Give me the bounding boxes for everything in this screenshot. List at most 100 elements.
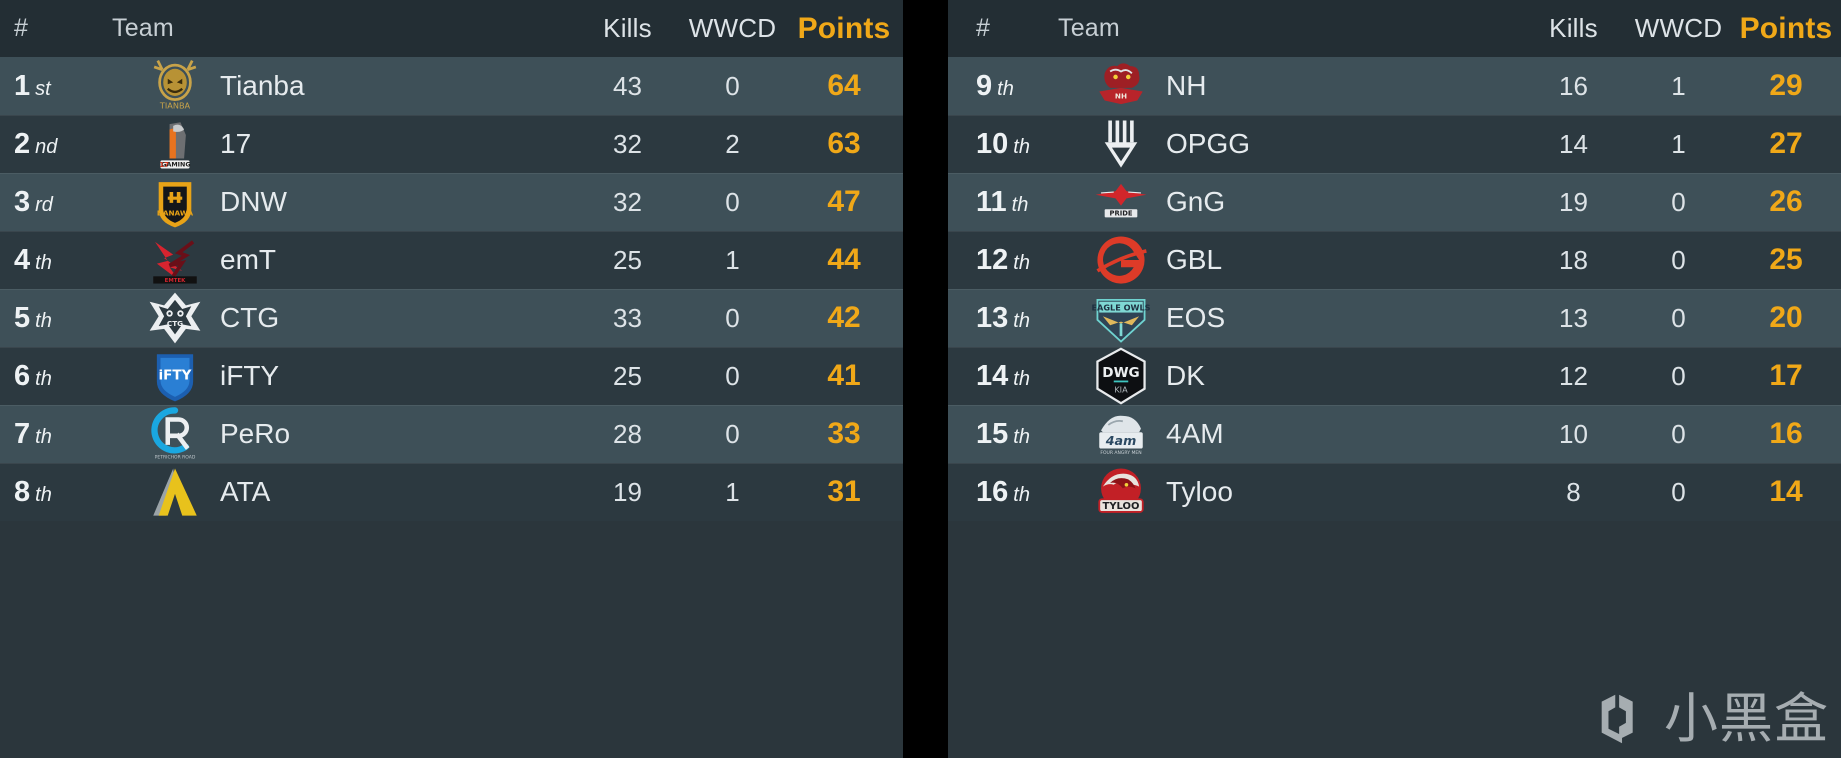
svg-text:TYLOO: TYLOO xyxy=(1103,501,1140,512)
team-logo-icon: DANAWA xyxy=(146,173,204,231)
table-row[interactable]: 9 th NH NH 16 1 29 xyxy=(948,57,1841,115)
wwcd-cell: 0 xyxy=(1671,186,1686,217)
wwcd-cell: 0 xyxy=(1671,476,1686,507)
svg-text:TIANBA: TIANBA xyxy=(159,101,191,111)
svg-text:FOUR ANGRY MEN: FOUR ANGRY MEN xyxy=(1100,450,1141,456)
kills-cell: 33 xyxy=(613,302,642,333)
rank-number: 10 xyxy=(976,127,1009,160)
points-cell: 47 xyxy=(827,185,861,218)
points-cell: 42 xyxy=(827,301,861,334)
table-row[interactable]: 13 th EAGLE OWLS EOS 13 0 20 xyxy=(948,289,1841,347)
team-logo-icon xyxy=(1092,115,1150,173)
team-cell: CTG CTG xyxy=(112,289,575,347)
rank-number: 8 xyxy=(14,475,31,508)
rank-cell: 12 th xyxy=(948,244,1058,277)
team-cell: PRIDE GnG xyxy=(1058,173,1521,231)
table-body-right: 9 th NH NH 16 1 29 10 th OPGG 14 1 27 11… xyxy=(948,57,1841,521)
svg-text:PETRICHOR ROAD: PETRICHOR ROAD xyxy=(155,454,196,460)
column-header-points: Points xyxy=(1739,11,1833,45)
team-name: DK xyxy=(1166,360,1205,391)
team-cell: ATA xyxy=(112,463,575,521)
table-row[interactable]: 10 th OPGG 14 1 27 xyxy=(948,115,1841,173)
table-row[interactable]: 15 th 4am FOUR ANGRY MEN 4AM 10 0 16 xyxy=(948,405,1841,463)
team-logo-icon: GAMING 17 xyxy=(146,115,204,173)
wwcd-cell: 0 xyxy=(725,70,740,101)
points-cell: 20 xyxy=(1769,301,1803,334)
rank-cell: 10 th xyxy=(948,128,1058,161)
team-name: NH xyxy=(1166,70,1207,101)
team-logo-icon: 4am FOUR ANGRY MEN xyxy=(1092,405,1150,463)
table-row[interactable]: 6 th iFTY iFTY 25 0 41 xyxy=(0,347,903,405)
rank-number: 1 xyxy=(14,69,31,102)
rank-suffix: th xyxy=(35,425,52,448)
points-cell: 64 xyxy=(827,69,861,102)
kills-cell: 18 xyxy=(1559,244,1588,275)
table-row[interactable]: 7 th PETRICHOR ROAD PeRo 28 0 33 xyxy=(0,405,903,463)
wwcd-cell: 0 xyxy=(1671,360,1686,391)
kills-cell: 14 xyxy=(1559,128,1588,159)
rank-suffix: th xyxy=(35,483,52,506)
table-header-right: # Team Kills WWCD Points xyxy=(948,0,1841,57)
wwcd-cell: 2 xyxy=(725,128,740,159)
points-cell: 27 xyxy=(1769,127,1803,160)
svg-text:EMTEK: EMTEK xyxy=(165,278,187,284)
team-cell: GAMING 17 17 xyxy=(112,115,575,173)
standings-board: # Team Kills WWCD Points 1 st TIANBA Tia… xyxy=(0,0,1841,758)
rank-cell: 16 th xyxy=(948,476,1058,509)
points-cell: 29 xyxy=(1769,69,1803,102)
rank-number: 3 xyxy=(14,185,31,218)
rank-cell: 14 th xyxy=(948,360,1058,393)
rank-suffix: th xyxy=(35,251,52,274)
team-name: 17 xyxy=(220,128,252,159)
points-cell: 16 xyxy=(1769,417,1803,450)
svg-text:DWG: DWG xyxy=(1102,365,1139,381)
table-row[interactable]: 1 st TIANBA Tianba 43 0 64 xyxy=(0,57,903,115)
table-row[interactable]: 12 th GBL 18 0 25 xyxy=(948,231,1841,289)
rank-suffix: th xyxy=(1013,309,1030,332)
team-name: OPGG xyxy=(1166,128,1251,159)
rank-cell: 9 th xyxy=(948,70,1058,103)
kills-cell: 19 xyxy=(613,476,642,507)
rank-suffix: th xyxy=(1013,483,1030,506)
kills-cell: 13 xyxy=(1559,302,1588,333)
svg-text:CTG: CTG xyxy=(167,319,183,328)
table-row[interactable]: 3 rd DANAWA DNW 32 0 47 xyxy=(0,173,903,231)
table-row[interactable]: 5 th CTG CTG 33 0 42 xyxy=(0,289,903,347)
table-row[interactable]: 8 th ATA 19 1 31 xyxy=(0,463,903,521)
kills-cell: 19 xyxy=(1559,186,1588,217)
rank-number: 6 xyxy=(14,359,31,392)
rank-number: 15 xyxy=(976,417,1009,450)
points-cell: 14 xyxy=(1769,475,1803,508)
team-cell: GBL xyxy=(1058,231,1521,289)
table-row[interactable]: 4 th EMTEK emT 25 1 44 xyxy=(0,231,903,289)
rank-cell: 13 th xyxy=(948,302,1058,335)
team-logo-icon: PRIDE xyxy=(1092,173,1150,231)
rank-suffix: nd xyxy=(35,135,58,158)
table-row[interactable]: 2 nd GAMING 17 17 32 2 63 xyxy=(0,115,903,173)
table-row[interactable]: 14 th DWG KIA DK 12 0 17 xyxy=(948,347,1841,405)
team-cell: NH NH xyxy=(1058,57,1521,115)
kills-cell: 32 xyxy=(613,186,642,217)
rank-cell: 1 st xyxy=(0,70,112,103)
table-row[interactable]: 11 th PRIDE GnG 19 0 26 xyxy=(948,173,1841,231)
team-logo-icon: PETRICHOR ROAD xyxy=(146,405,204,463)
team-cell: PETRICHOR ROAD PeRo xyxy=(112,405,575,463)
wwcd-cell: 0 xyxy=(725,186,740,217)
rank-number: 16 xyxy=(976,475,1009,508)
points-cell: 17 xyxy=(1769,359,1803,392)
standings-table-left: # Team Kills WWCD Points 1 st TIANBA Tia… xyxy=(0,0,903,758)
team-name: iFTY xyxy=(220,360,280,391)
team-name: PeRo xyxy=(220,418,291,449)
points-cell: 31 xyxy=(827,475,861,508)
team-name: DNW xyxy=(220,186,287,217)
rank-suffix: rd xyxy=(35,193,53,216)
svg-text:EAGLE OWLS: EAGLE OWLS xyxy=(1092,302,1150,312)
wwcd-cell: 0 xyxy=(1671,302,1686,333)
wwcd-cell: 1 xyxy=(725,244,740,275)
team-logo-icon: EAGLE OWLS xyxy=(1092,289,1150,347)
team-logo-icon: CTG xyxy=(146,289,204,347)
rank-suffix: th xyxy=(35,367,52,390)
kills-cell: 25 xyxy=(613,244,642,275)
wwcd-cell: 1 xyxy=(725,476,740,507)
table-row[interactable]: 16 th TYLOO Tyloo 8 0 14 xyxy=(948,463,1841,521)
